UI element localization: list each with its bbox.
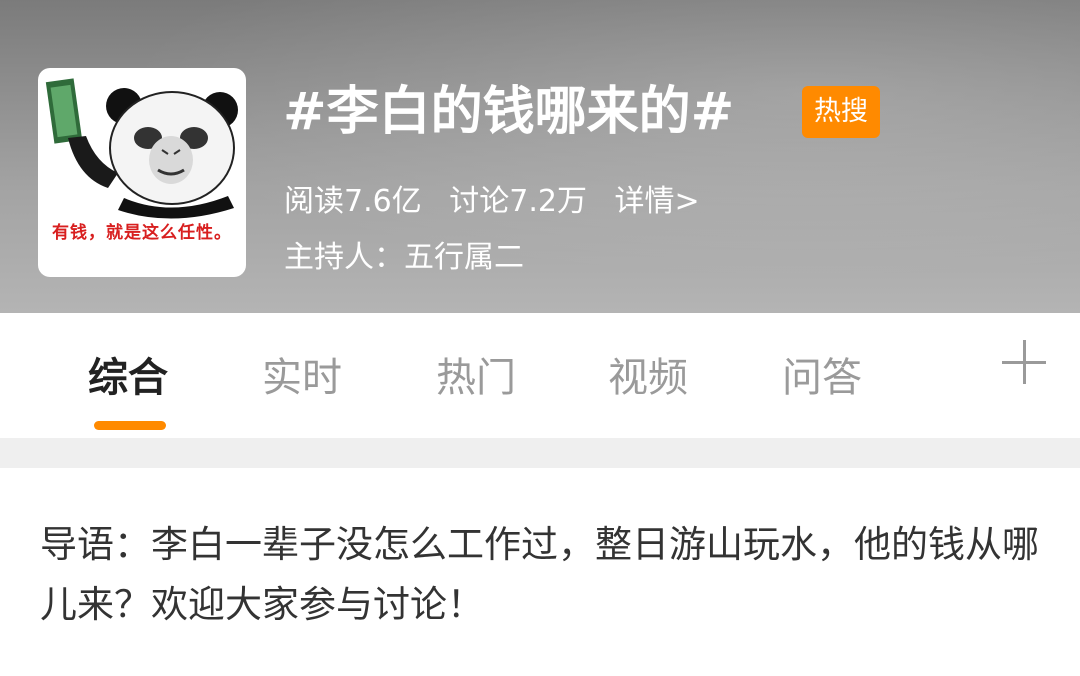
topic-tab-bar: 综合 实时 热门 视频 问答	[0, 313, 1080, 438]
panda-meme-image	[45, 78, 238, 219]
topic-avatar[interactable]: 有钱，就是这么任性。	[38, 68, 246, 277]
topic-title: #李白的钱哪来的#	[283, 82, 735, 142]
hot-search-badge: 热搜	[802, 86, 880, 138]
topic-intro: 导语：李白一辈子没怎么工作过，整日游山玩水，他的钱从哪儿来？欢迎大家参与讨论！	[40, 523, 1039, 626]
tab-popular[interactable]: 热门	[436, 349, 516, 407]
topic-host[interactable]: 主持人：五行属二	[284, 236, 524, 280]
discussion-count: 讨论7.2万	[449, 184, 587, 219]
section-divider	[0, 438, 1080, 468]
plus-icon[interactable]	[1002, 340, 1046, 384]
details-link[interactable]: 详情>	[615, 184, 700, 219]
tab-realtime[interactable]: 实时	[262, 349, 342, 407]
topic-header: 有钱，就是这么任性。 #李白的钱哪来的# 热搜 阅读7.6亿 讨论7.2万 详情…	[0, 0, 1080, 313]
avatar-caption: 有钱，就是这么任性。	[52, 223, 232, 243]
tab-video[interactable]: 视频	[608, 349, 688, 407]
read-count: 阅读7.6亿	[284, 184, 422, 219]
active-tab-indicator	[94, 421, 166, 430]
tab-qa[interactable]: 问答	[782, 349, 862, 407]
topic-stats: 阅读7.6亿 讨论7.2万 详情>	[284, 180, 700, 224]
tab-comprehensive[interactable]: 综合	[88, 349, 168, 407]
